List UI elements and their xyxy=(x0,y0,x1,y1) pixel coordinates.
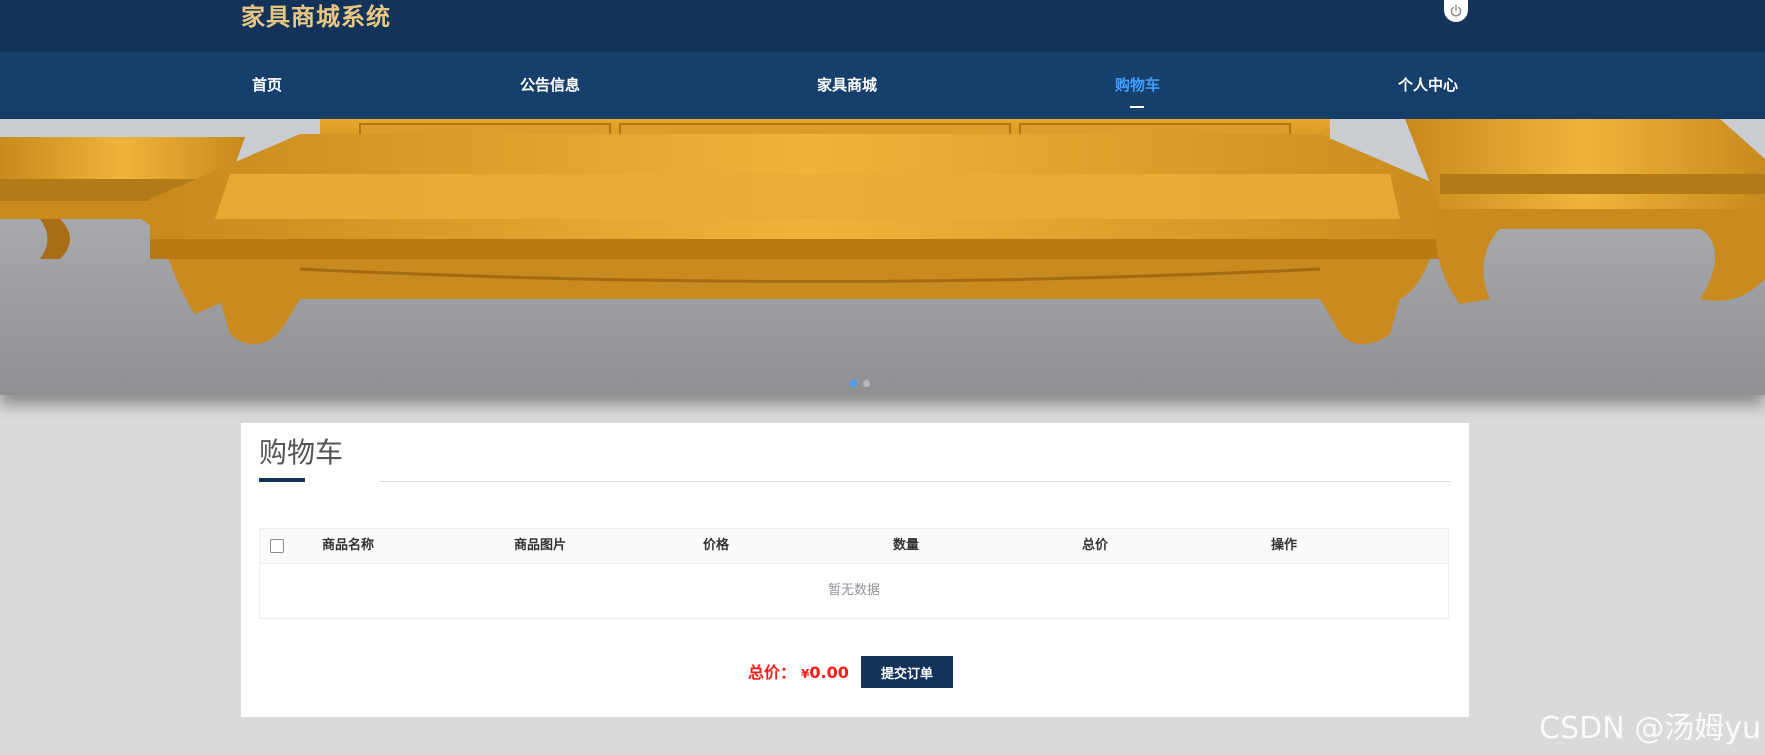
cart-table: 商品名称 商品图片 价格 数量 总价 操作 暂无数据 xyxy=(259,528,1449,619)
power-icon xyxy=(1450,4,1462,17)
column-header-quantity: 数量 xyxy=(893,538,920,553)
carousel-dot-2[interactable] xyxy=(863,380,870,387)
banner-carousel[interactable] xyxy=(0,119,1765,395)
nav-item-cart[interactable]: 购物车 xyxy=(1115,52,1160,119)
column-header-actions: 操作 xyxy=(1271,538,1298,553)
banner-image xyxy=(0,119,1765,395)
top-header: 家具商城系统 xyxy=(0,0,1765,52)
active-nav-indicator xyxy=(1130,106,1144,108)
total-price-value: ¥0.00 xyxy=(801,663,849,684)
main-nav: 首页 公告信息 家具商城 购物车 个人中心 xyxy=(0,52,1765,119)
carousel-dot-1[interactable] xyxy=(850,380,857,387)
nav-item-announcements[interactable]: 公告信息 xyxy=(520,52,580,119)
watermark: CSDN @汤姆yu xyxy=(1539,711,1761,746)
column-header-total: 总价 xyxy=(1082,538,1109,553)
site-title: 家具商城系统 xyxy=(241,3,391,31)
carousel-indicators xyxy=(850,380,870,387)
nav-item-home[interactable]: 首页 xyxy=(252,52,282,119)
title-accent-bar xyxy=(259,478,305,482)
column-header-name: 商品名称 xyxy=(322,538,375,553)
total-price-label: 总价： xyxy=(748,663,797,682)
nav-item-furniture-mall[interactable]: 家具商城 xyxy=(817,52,877,119)
table-header: 商品名称 商品图片 价格 数量 总价 操作 xyxy=(260,529,1448,564)
column-header-image: 商品图片 xyxy=(514,538,567,553)
empty-table-text: 暂无数据 xyxy=(827,583,880,598)
title-divider xyxy=(379,481,1451,482)
select-all-checkbox[interactable] xyxy=(270,539,284,553)
cart-panel: 购物车 商品名称 商品图片 价格 数量 总价 操作 暂无数据 总价： ¥0.00… xyxy=(241,423,1469,717)
nav-item-personal-center[interactable]: 个人中心 xyxy=(1398,52,1458,119)
page-title: 购物车 xyxy=(259,436,344,469)
total-amount: 0.00 xyxy=(809,663,849,682)
column-header-price: 价格 xyxy=(703,538,730,553)
logout-button[interactable] xyxy=(1444,0,1468,22)
submit-order-button[interactable]: 提交订单 xyxy=(861,656,953,688)
